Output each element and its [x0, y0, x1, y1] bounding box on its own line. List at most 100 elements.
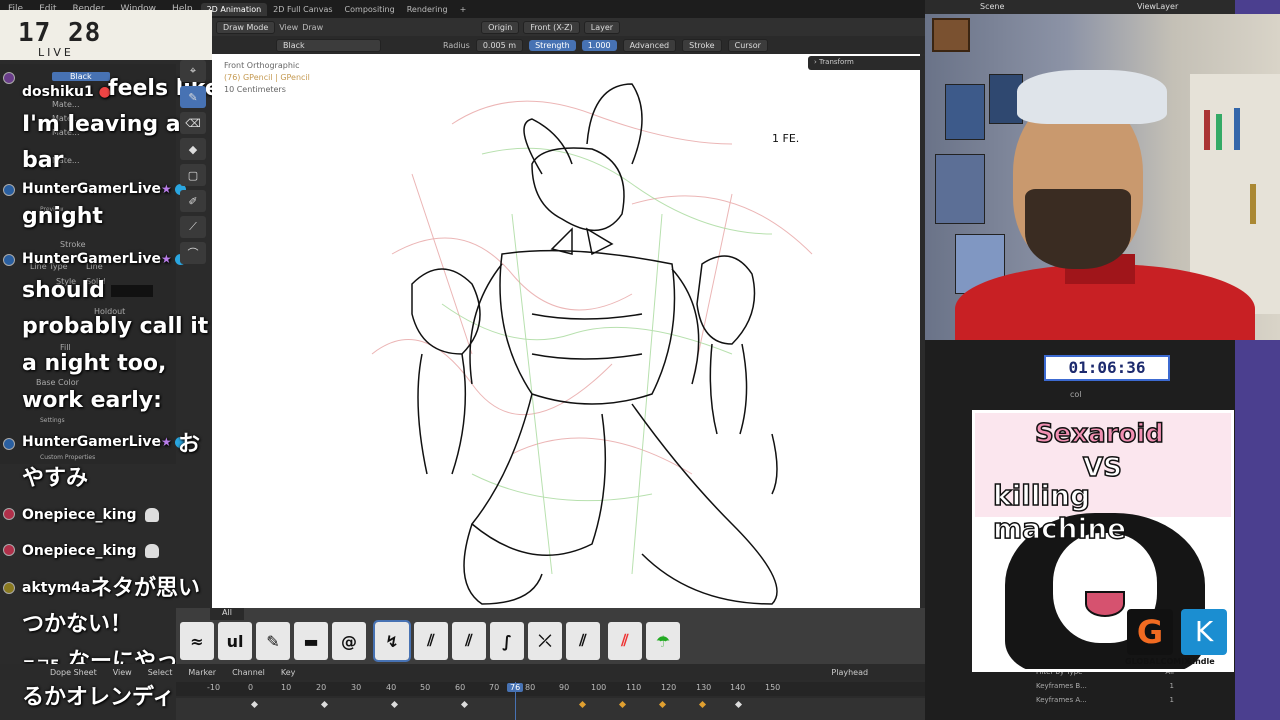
- keyframes-b-value[interactable]: 1: [1170, 682, 1174, 690]
- tool-shelf: ⌖ ✎ ⌫ ◆ ▢ ✐ ⟋ ⌒: [180, 56, 212, 296]
- timeline-menu-key[interactable]: Key: [281, 668, 296, 677]
- material-slot[interactable]: Mate...: [52, 100, 80, 109]
- frame-tick: 10: [281, 683, 292, 692]
- kindle-logo-icon: K: [1181, 609, 1227, 655]
- brush-marker[interactable]: ✎: [256, 622, 290, 660]
- skull-icon: [144, 544, 159, 558]
- stroke-dropdown[interactable]: Stroke: [682, 38, 722, 52]
- sketch-drawing[interactable]: 1 FE.: [212, 54, 920, 608]
- brush-airbrush[interactable]: ▬: [294, 622, 328, 660]
- material-slot-black[interactable]: Black: [52, 72, 110, 81]
- erase-tool-icon[interactable]: ⌫: [180, 112, 206, 134]
- book: [1250, 184, 1256, 224]
- brush-active[interactable]: ↯: [373, 620, 411, 662]
- editor-type-dropdown[interactable]: Dope Sheet: [50, 668, 97, 677]
- avatar: [3, 254, 15, 266]
- line-tool-icon[interactable]: ⟋: [180, 216, 206, 238]
- add-workspace-button[interactable]: +: [454, 3, 473, 16]
- frame-tick: 40: [386, 683, 397, 692]
- strength-field[interactable]: 1.000: [581, 39, 617, 51]
- frame-tick: 110: [626, 683, 642, 692]
- mode-dropdown[interactable]: Draw Mode: [216, 20, 276, 34]
- current-frame-indicator[interactable]: 76: [507, 683, 524, 692]
- view-menu[interactable]: View: [279, 23, 298, 32]
- curve-tool-icon[interactable]: ⌒: [180, 242, 206, 264]
- brush-curve[interactable]: ∫: [490, 622, 524, 660]
- timeline-menu-marker[interactable]: Marker: [188, 668, 216, 677]
- transform-label: Transform: [819, 58, 854, 66]
- layer-dropdown[interactable]: Layer: [583, 20, 621, 34]
- brush-red[interactable]: ⫽: [608, 622, 642, 660]
- frame-tick: 20: [316, 683, 327, 692]
- timeline-menu-select[interactable]: Select: [148, 668, 173, 677]
- towel-on-head: [1017, 70, 1167, 124]
- keyframes-a-row[interactable]: Keyframes A... 1: [1030, 693, 1180, 707]
- scene-selector[interactable]: Scene ViewLayer: [980, 2, 1280, 16]
- censor-bar: [110, 285, 153, 297]
- tab-2d-full-canvas[interactable]: 2D Full Canvas: [267, 3, 338, 16]
- brush-dark[interactable]: ⫽: [566, 622, 600, 660]
- tab-compositing[interactable]: Compositing: [339, 3, 401, 16]
- radius-field[interactable]: 0.005 m: [475, 38, 524, 52]
- keyframes-b-row[interactable]: Keyframes B... 1: [1030, 679, 1180, 693]
- brush-eraser[interactable]: ⤫: [528, 622, 562, 660]
- poster: [935, 154, 985, 224]
- draw-menu[interactable]: Draw: [302, 23, 323, 32]
- brush-ink[interactable]: ≈: [180, 622, 214, 660]
- playhead-dropdown[interactable]: Playhead: [831, 668, 868, 677]
- chat-message: probably call it: [22, 314, 209, 339]
- advanced-dropdown[interactable]: Advanced: [622, 38, 677, 52]
- draw-tool-icon[interactable]: ✎: [180, 86, 206, 108]
- eyedropper-tool-icon[interactable]: ✐: [180, 190, 206, 212]
- material-dropdown[interactable]: Black: [276, 38, 381, 52]
- username: Onepiece_king: [22, 543, 137, 559]
- timeline-menu-view[interactable]: View: [113, 668, 132, 677]
- book: [1204, 110, 1210, 150]
- beard: [1025, 189, 1131, 269]
- frame-tick: 70: [489, 683, 500, 692]
- brush-swirl[interactable]: @: [332, 622, 366, 660]
- live-clock: 17 28 LIVE: [0, 10, 212, 60]
- settings-section[interactable]: Settings: [40, 417, 65, 424]
- cursor-tool-icon[interactable]: ⌖: [180, 60, 206, 82]
- frame-tick: 0: [248, 683, 254, 692]
- timeline-header: Dope Sheet View Select Marker Channel Ke…: [0, 664, 970, 680]
- strength-label[interactable]: Strength: [529, 39, 576, 51]
- brush-pencil[interactable]: ul: [218, 622, 252, 660]
- chat-username: HunterGamerLive★: [22, 181, 186, 197]
- frame-tick: 140: [730, 683, 746, 692]
- globalcomix-logo-icon: G: [1127, 609, 1173, 655]
- globalcomix-caption: GLOBALCOMIX: [1125, 657, 1191, 666]
- cursor-dropdown[interactable]: Cursor: [727, 38, 768, 52]
- chat-message: るかオレンディ: [22, 685, 175, 710]
- avatar: [3, 184, 15, 196]
- frame-tick: 90: [559, 683, 570, 692]
- timeline-menu-channel[interactable]: Channel: [232, 668, 265, 677]
- brush-hatch2[interactable]: ⫽: [452, 622, 486, 660]
- origin-dropdown[interactable]: Origin: [481, 20, 520, 34]
- fill-tool-icon[interactable]: ◆: [180, 138, 206, 160]
- frame-tick: 80: [525, 683, 536, 692]
- chat-message: bar: [22, 148, 64, 173]
- stroke-section[interactable]: Stroke: [60, 240, 86, 249]
- shape-tool-icon[interactable]: ▢: [180, 164, 206, 186]
- keyframes-a-value[interactable]: 1: [1170, 696, 1174, 704]
- message-text: should: [22, 278, 105, 303]
- transform-panel-toggle[interactable]: › Transform: [808, 56, 926, 70]
- frame-ruler[interactable]: [176, 682, 970, 696]
- chat-username: Onepiece_king: [22, 507, 159, 523]
- keyframe-row[interactable]: [176, 698, 970, 720]
- brush-hatch[interactable]: ⫽: [414, 622, 448, 660]
- frame-tick: 30: [351, 683, 362, 692]
- comic-advertisement: Sexaroid VS killing machine G K GLOBALCO…: [972, 410, 1234, 672]
- tab-rendering[interactable]: Rendering: [401, 3, 454, 16]
- chat-username: doshiku1 ●: [22, 84, 111, 100]
- brush-tab-all[interactable]: All: [210, 608, 244, 620]
- frame-tick: 50: [420, 683, 431, 692]
- webcam-feed: [925, 14, 1280, 340]
- projection-dropdown[interactable]: Front (X-Z): [523, 20, 580, 34]
- character-mouth: [1085, 591, 1125, 617]
- keyframes-a-label: Keyframes A...: [1036, 696, 1087, 704]
- collection-label[interactable]: col: [1070, 390, 1082, 399]
- brush-green[interactable]: ☂: [646, 622, 680, 660]
